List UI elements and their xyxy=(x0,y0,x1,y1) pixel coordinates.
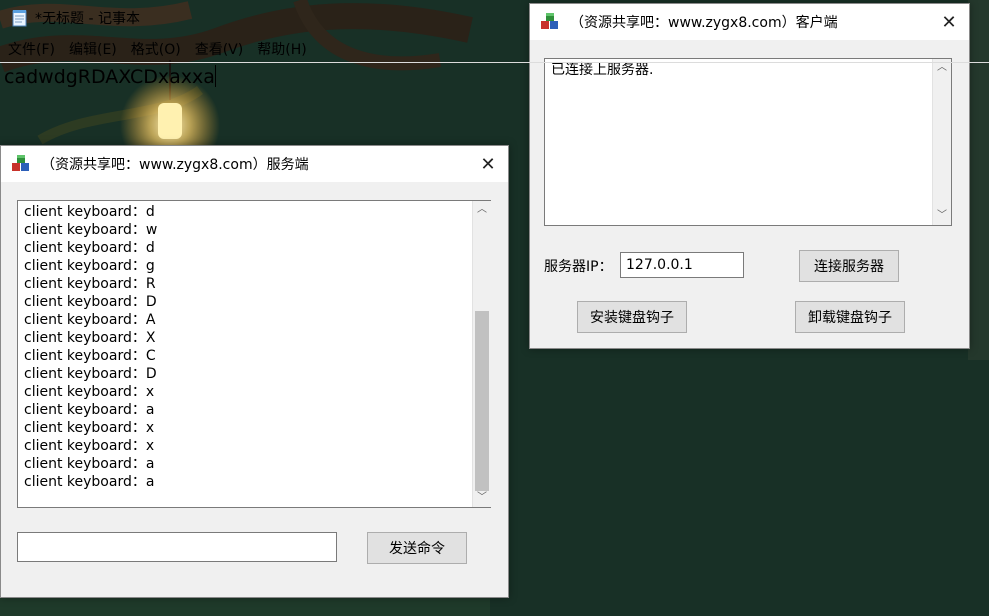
menu-edit[interactable]: 编辑(E) xyxy=(69,39,117,59)
notepad-menubar: 文件(F) 编辑(E) 格式(O) 查看(V) 帮助(H) xyxy=(0,38,989,60)
notepad-editor[interactable]: cadwdgRDAXCDxaxxa xyxy=(0,62,989,616)
notepad-titlebar[interactable]: *无标题 - 记事本 xyxy=(0,0,989,36)
notepad-content: cadwdgRDAXCDxaxxa xyxy=(4,66,215,88)
notepad-editor-text-line: cadwdgRDAXCDxaxxa xyxy=(4,65,216,89)
menu-help[interactable]: 帮助(H) xyxy=(257,39,306,59)
notepad-title: *无标题 - 记事本 xyxy=(35,11,140,27)
notepad-window: *无标题 - 记事本 文件(F) 编辑(E) 格式(O) 查看(V) 帮助(H)… xyxy=(0,0,989,255)
text-caret xyxy=(214,65,216,87)
menu-format[interactable]: 格式(O) xyxy=(131,39,181,59)
menu-view[interactable]: 查看(V) xyxy=(195,39,244,59)
notepad-icon xyxy=(12,10,27,27)
menu-file[interactable]: 文件(F) xyxy=(8,39,55,59)
